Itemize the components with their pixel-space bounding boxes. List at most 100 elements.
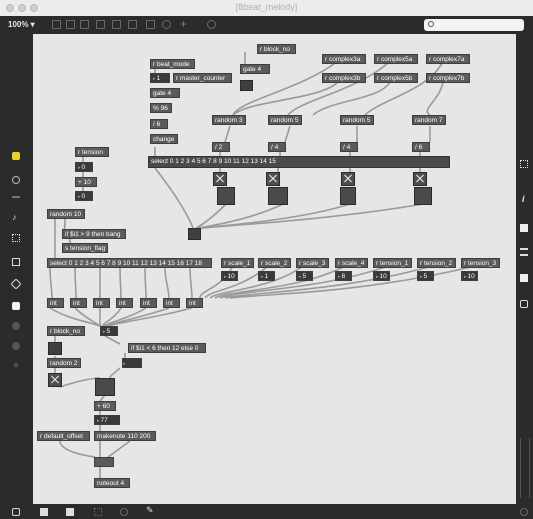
gswitch-2[interactable] xyxy=(268,187,288,205)
plug-icon[interactable] xyxy=(12,302,20,310)
image-icon[interactable] xyxy=(12,258,20,266)
random-2-object[interactable]: random 2 xyxy=(47,358,81,368)
divide-4-object-a[interactable]: / 4 xyxy=(268,142,286,152)
s-tension-flag-object[interactable]: s tension_flag xyxy=(62,243,108,253)
value-box-tension-2[interactable]: 5 xyxy=(417,271,434,281)
debug-icon[interactable] xyxy=(120,508,128,516)
value-box-tension-1[interactable]: 10 xyxy=(373,271,390,281)
add-icon[interactable]: + xyxy=(180,17,187,31)
random-5-object-b[interactable]: random 5 xyxy=(340,115,374,125)
r-complex5b-object[interactable]: r complex5b xyxy=(374,73,418,83)
value-box-tension-3[interactable]: 10 xyxy=(461,271,478,281)
toggle-x-4[interactable] xyxy=(413,172,427,186)
int-object-3[interactable]: int xyxy=(93,298,110,308)
search-input[interactable] xyxy=(424,19,524,31)
plus-object[interactable] xyxy=(94,457,114,467)
button-icon[interactable] xyxy=(96,20,105,29)
divide-2-object[interactable]: / 2 xyxy=(212,142,230,152)
plus-10-object[interactable]: + 10 xyxy=(75,177,97,187)
cube-icon[interactable] xyxy=(12,152,20,160)
comment-icon[interactable] xyxy=(80,20,89,29)
number-box-0a[interactable]: 0 xyxy=(75,162,93,172)
camera-icon[interactable] xyxy=(520,300,528,308)
toggle-icon[interactable] xyxy=(112,20,121,29)
book-icon[interactable] xyxy=(520,224,528,232)
gswitch-3[interactable] xyxy=(340,187,356,205)
gate-4-object[interactable]: gate 4 xyxy=(240,64,270,74)
makenote-object[interactable]: makenote 110 200 xyxy=(94,431,156,441)
r-scale-1-object[interactable]: r scale_1 xyxy=(221,258,254,268)
toggle-x-2[interactable] xyxy=(266,172,280,186)
music-note-icon[interactable]: ♪ xyxy=(12,212,17,222)
select-0-15-object[interactable]: select 0 1 2 3 4 5 6 7 8 9 10 11 12 13 1… xyxy=(148,156,450,168)
r-master-counter-object[interactable]: r master_counter xyxy=(173,73,232,83)
grid-select-icon[interactable] xyxy=(12,234,20,242)
wrench-icon[interactable]: ✎ xyxy=(146,505,154,516)
outlet-square[interactable] xyxy=(48,342,62,355)
target-icon[interactable] xyxy=(12,176,20,184)
int-object-7[interactable]: int xyxy=(186,298,203,308)
number-box-1[interactable]: 1 xyxy=(150,73,170,83)
number-box-0b[interactable]: 0 xyxy=(75,191,93,201)
dial-icon[interactable] xyxy=(162,20,171,29)
number-box-5[interactable]: 5 xyxy=(100,326,118,336)
random-10-object[interactable]: random 10 xyxy=(47,209,85,219)
divide-6-object-b[interactable]: / 6 xyxy=(412,142,430,152)
random-3-object[interactable]: random 3 xyxy=(212,115,246,125)
grid-icon[interactable] xyxy=(520,160,528,168)
int-object-6[interactable]: int xyxy=(163,298,180,308)
presentation-icon[interactable] xyxy=(40,508,48,516)
gswitch-1[interactable] xyxy=(217,187,235,205)
info-icon[interactable]: i xyxy=(522,194,525,204)
link-icon[interactable] xyxy=(207,20,216,29)
plus-60-object[interactable]: + 60 xyxy=(94,401,116,411)
r-scale-4-object[interactable]: r scale_4 xyxy=(335,258,368,268)
r-scale-2-object[interactable]: r scale_2 xyxy=(258,258,291,268)
power-icon[interactable] xyxy=(520,508,528,516)
value-box-scale-1[interactable]: 10 xyxy=(221,271,238,281)
change-object[interactable]: change xyxy=(150,134,178,144)
r-complex7a-object[interactable]: r complex7a xyxy=(426,54,470,64)
inspector-icon[interactable] xyxy=(12,196,20,204)
r-block-no-object-low[interactable]: r block_no xyxy=(47,326,85,336)
r-tension-2-object[interactable]: r tension_2 xyxy=(417,258,456,268)
toggle-x-3[interactable] xyxy=(341,172,355,186)
r-complex5a-object[interactable]: r complex5a xyxy=(374,54,418,64)
gswitch-4[interactable] xyxy=(414,187,432,205)
r-complex3a-object[interactable]: r complex3a xyxy=(322,54,366,64)
divide-6-object[interactable]: / 6 xyxy=(150,119,168,129)
r-default-offset-object[interactable]: r default_offset xyxy=(37,431,90,441)
play-icon[interactable] xyxy=(12,342,20,350)
int-object-4[interactable]: int xyxy=(116,298,133,308)
random-7-object[interactable]: random 7 xyxy=(412,115,446,125)
bang-outlet-box[interactable] xyxy=(188,228,201,240)
new-object-icon[interactable] xyxy=(52,20,61,29)
paperclip-icon[interactable] xyxy=(10,278,22,290)
r-tension-object[interactable]: r tension xyxy=(75,147,109,157)
divide-4-object-b[interactable]: / 4 xyxy=(340,142,358,152)
value-box-scale-2[interactable]: 1 xyxy=(258,271,275,281)
number-icon[interactable] xyxy=(128,20,137,29)
lock-icon[interactable] xyxy=(12,508,20,516)
toggle-x-low[interactable] xyxy=(48,373,62,387)
message-outlet-box[interactable] xyxy=(240,80,253,91)
r-tension-1-object[interactable]: r tension_1 xyxy=(373,258,412,268)
list-icon[interactable] xyxy=(520,248,528,256)
grid-toggle-icon[interactable] xyxy=(94,508,102,516)
r-beat-mode-object[interactable]: r beat_mode xyxy=(150,59,195,69)
r-tension-3-object[interactable]: r tension_3 xyxy=(461,258,500,268)
zoom-menu[interactable]: 100% ▾ xyxy=(8,20,35,29)
mod-96-object[interactable]: % 96 xyxy=(150,103,172,113)
select-0-18-object[interactable]: select 0 1 2 3 4 5 6 7 8 9 10 11 12 13 1… xyxy=(47,258,212,268)
slider-icon[interactable] xyxy=(146,20,155,29)
r-scale-3-object[interactable]: r scale_3 xyxy=(296,258,329,268)
int-object-1[interactable]: int xyxy=(47,298,64,308)
comment-bubble-icon[interactable] xyxy=(66,508,74,516)
columns-icon[interactable] xyxy=(520,274,528,282)
int-object-5[interactable]: int xyxy=(140,298,157,308)
gate-4-object-b[interactable]: gate 4 xyxy=(150,88,180,98)
value-box-scale-3[interactable]: 5 xyxy=(296,271,313,281)
message-icon[interactable] xyxy=(66,20,75,29)
random-5-object-a[interactable]: random 5 xyxy=(268,115,302,125)
r-complex7b-object[interactable]: r complex7b xyxy=(426,73,470,83)
